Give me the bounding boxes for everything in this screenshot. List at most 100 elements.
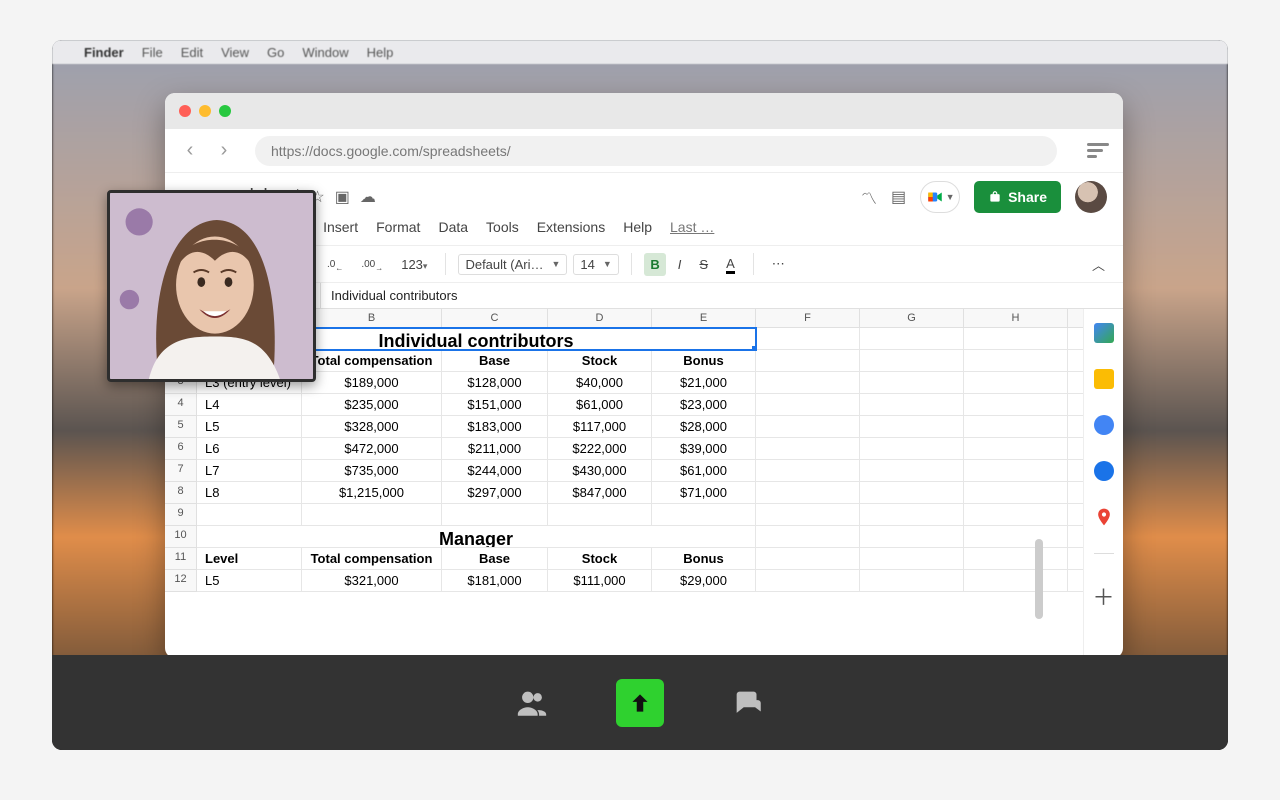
table-cell[interactable] [197,504,302,526]
table-cell[interactable]: L5 [197,416,302,438]
empty-cell[interactable] [756,460,860,482]
font-family-dropdown[interactable]: Default (Ari…▼ [458,254,567,275]
row-header[interactable]: 10 [165,526,197,548]
table-cell[interactable]: $189,000 [302,372,442,394]
row-header[interactable]: 9 [165,504,197,526]
menu-data[interactable]: Data [438,219,468,235]
table-cell[interactable]: L6 [197,438,302,460]
empty-cell[interactable] [964,350,1068,372]
font-size-dropdown[interactable]: 14▼ [573,254,619,275]
account-avatar[interactable] [1075,181,1107,213]
table-cell[interactable]: $29,000 [652,570,756,592]
mac-menu-edit[interactable]: Edit [181,45,203,60]
empty-cell[interactable] [756,438,860,460]
empty-cell[interactable] [964,504,1068,526]
share-screen-button[interactable] [616,679,664,727]
mac-menu-window[interactable]: Window [302,45,348,60]
empty-cell[interactable] [756,548,860,570]
table-cell[interactable]: $39,000 [652,438,756,460]
move-folder-icon[interactable]: ▣ [335,187,350,207]
window-titlebar[interactable] [165,93,1123,129]
empty-cell[interactable] [1068,416,1083,438]
table-cell[interactable]: L7 [197,460,302,482]
table-cell[interactable]: $847,000 [548,482,652,504]
empty-cell[interactable] [756,394,860,416]
table-cell[interactable]: $183,000 [442,416,548,438]
table-cell[interactable] [302,504,442,526]
empty-cell[interactable] [1068,570,1083,592]
empty-cell[interactable] [756,526,860,548]
row-header[interactable]: 8 [165,482,197,504]
table-cell[interactable]: $21,000 [652,372,756,394]
share-button[interactable]: Share [974,181,1061,213]
presenter-webcam[interactable] [107,190,316,382]
calendar-icon[interactable] [1094,323,1114,343]
empty-cell[interactable] [860,548,964,570]
decrease-decimal-button[interactable]: .0← [321,251,349,277]
window-minimize-icon[interactable] [199,105,211,117]
empty-cell[interactable] [1068,482,1083,504]
empty-cell[interactable] [756,416,860,438]
column-header[interactable]: H [964,309,1068,328]
meet-dropdown-icon[interactable]: ▼ [946,192,955,202]
empty-cell[interactable] [1068,372,1083,394]
table-cell[interactable]: $244,000 [442,460,548,482]
menu-tools[interactable]: Tools [486,219,519,235]
empty-cell[interactable] [756,504,860,526]
empty-cell[interactable] [860,372,964,394]
italic-button[interactable]: I [672,253,688,276]
empty-cell[interactable] [756,570,860,592]
table-cell[interactable]: L5 [197,570,302,592]
empty-cell[interactable] [964,372,1068,394]
table-header-cell[interactable]: Base [442,548,548,570]
menu-extensions[interactable]: Extensions [537,219,605,235]
empty-cell[interactable] [964,416,1068,438]
column-header[interactable]: B [302,309,442,328]
table-cell[interactable] [442,504,548,526]
table-cell[interactable]: $472,000 [302,438,442,460]
table-cell[interactable]: $23,000 [652,394,756,416]
formula-value[interactable]: Individual contributors [321,288,457,303]
empty-cell[interactable] [756,482,860,504]
table-cell[interactable]: $28,000 [652,416,756,438]
more-toolbar-button[interactable]: ⋯ [766,252,791,276]
empty-cell[interactable] [1068,526,1083,548]
table-cell[interactable]: $40,000 [548,372,652,394]
section-title-cell[interactable]: Manager [197,526,756,548]
table-cell[interactable]: $151,000 [442,394,548,416]
chat-button[interactable] [724,679,772,727]
column-header[interactable]: F [756,309,860,328]
empty-cell[interactable] [860,328,964,350]
row-header[interactable]: 5 [165,416,197,438]
table-cell[interactable] [652,504,756,526]
empty-cell[interactable] [964,438,1068,460]
table-cell[interactable]: $61,000 [652,460,756,482]
empty-cell[interactable] [756,350,860,372]
last-edit-link[interactable]: Last … [670,219,714,235]
empty-cell[interactable] [1068,394,1083,416]
table-cell[interactable]: $128,000 [442,372,548,394]
tasks-icon[interactable] [1094,415,1114,435]
row-header[interactable]: 12 [165,570,197,592]
meet-button[interactable]: ▼ [920,181,960,213]
text-color-button[interactable]: A [720,252,741,277]
table-cell[interactable]: $211,000 [442,438,548,460]
mac-menu-help[interactable]: Help [367,45,394,60]
empty-cell[interactable] [860,438,964,460]
add-addon-button[interactable]: ＋ [1092,580,1114,612]
menu-insert[interactable]: Insert [323,219,358,235]
table-cell[interactable]: $222,000 [548,438,652,460]
empty-cell[interactable] [964,394,1068,416]
table-cell[interactable]: $181,000 [442,570,548,592]
menu-format[interactable]: Format [376,219,420,235]
table-header-cell[interactable]: Level [197,548,302,570]
table-cell[interactable]: $61,000 [548,394,652,416]
mac-app-name[interactable]: Finder [84,45,124,60]
table-cell[interactable]: $117,000 [548,416,652,438]
empty-cell[interactable] [860,504,964,526]
empty-cell[interactable] [860,460,964,482]
menu-help[interactable]: Help [623,219,652,235]
table-cell[interactable]: $1,215,000 [302,482,442,504]
row-header[interactable]: 11 [165,548,197,570]
empty-cell[interactable] [756,328,860,350]
